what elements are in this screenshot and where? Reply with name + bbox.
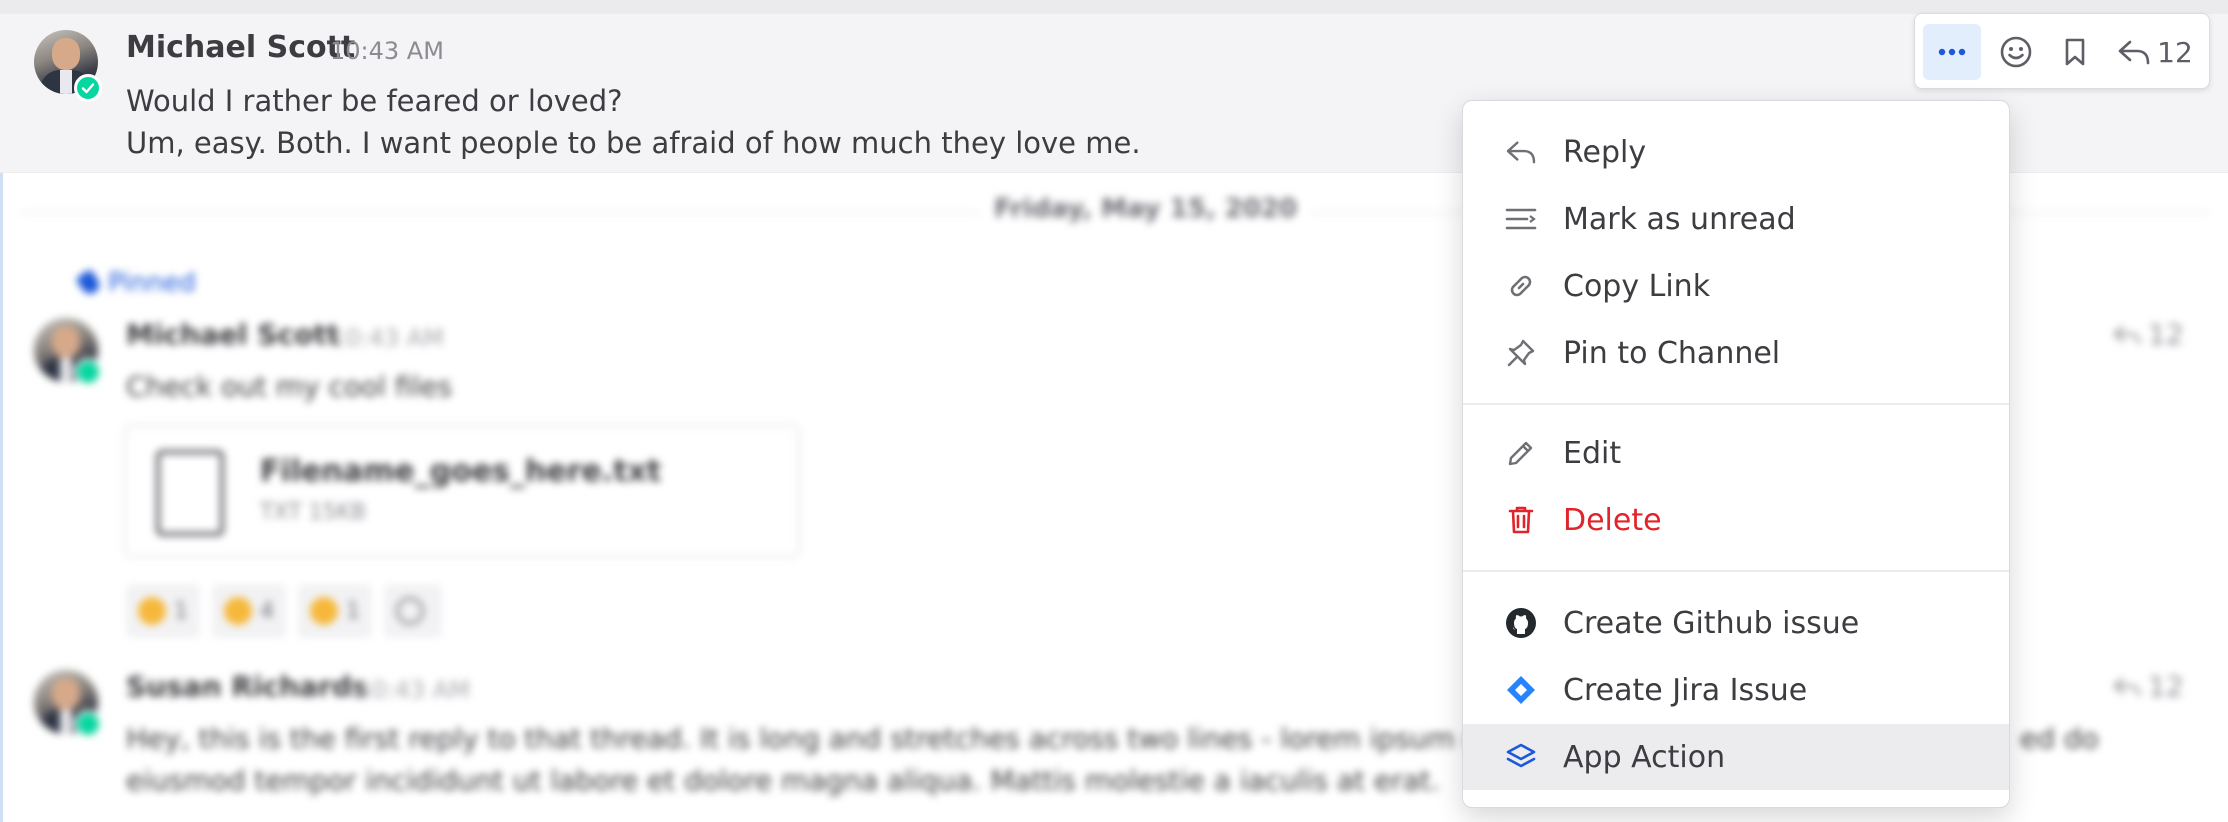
trash-icon	[1505, 504, 1537, 536]
pencil-icon	[1505, 437, 1537, 469]
post-message-line: eiusmod tempor incididunt ut labore et d…	[126, 764, 1440, 797]
online-status-icon	[74, 358, 102, 386]
jira-icon	[1505, 674, 1537, 706]
channel-view: Michael Scott 10:43 AM Would I rather be…	[0, 0, 2228, 822]
menu-item-label: Edit	[1563, 435, 1622, 471]
github-icon	[1505, 607, 1537, 639]
menu-item-pin-to-channel[interactable]: Pin to Channel	[1463, 320, 2009, 386]
reaction-clap[interactable]: 4	[212, 584, 286, 638]
more-dots-icon	[1938, 48, 1966, 56]
reply-icon	[2113, 677, 2141, 696]
save-button[interactable]	[2049, 24, 2101, 80]
post-timestamp[interactable]: 10:43 AM	[356, 676, 470, 704]
ok-hand-emoji	[310, 597, 338, 625]
date-separator: Friday, May 15, 2020	[980, 194, 1312, 224]
pinned-label: Pinned	[108, 268, 196, 298]
reaction-thumbs-up[interactable]: 1	[126, 584, 200, 638]
post-timestamp[interactable]: 10:43 AM	[330, 37, 444, 65]
post-message-line-tail: ed do	[2020, 722, 2099, 755]
menu-item-delete[interactable]: Delete	[1463, 487, 2009, 553]
emoji-add-icon	[396, 597, 424, 625]
reaction-ok-hand[interactable]: 1	[298, 584, 372, 638]
file-meta: TXT 15KB	[260, 500, 367, 525]
link-icon	[1505, 270, 1537, 302]
clap-emoji	[224, 597, 252, 625]
post-message-line: Um, easy. Both. I want people to be afra…	[126, 126, 1141, 160]
add-reaction-button[interactable]	[1989, 24, 2043, 80]
menu-item-label: Delete	[1563, 502, 1662, 538]
menu-item-label: Create Jira Issue	[1563, 672, 1808, 708]
reaction-count: 4	[260, 598, 274, 624]
menu-item-reply[interactable]: Reply	[1463, 119, 2009, 185]
menu-item-mark-unread[interactable]: Mark as unread	[1463, 186, 2009, 252]
reply-count-button[interactable]: 12	[2107, 24, 2203, 80]
menu-divider	[1463, 570, 2009, 572]
menu-item-label: Reply	[1563, 134, 1647, 170]
post-author[interactable]: Michael Scott	[126, 30, 355, 65]
reply-count: 12	[2157, 35, 2193, 69]
menu-divider	[1463, 403, 2009, 405]
status-check-icon	[74, 74, 102, 102]
post-message: Check out my cool files	[126, 370, 453, 403]
reply-count-button[interactable]: 12	[2112, 670, 2184, 703]
mark-unread-icon	[1505, 203, 1537, 235]
previous-post-edge	[0, 0, 2228, 14]
menu-item-label: App Action	[1563, 739, 1726, 775]
menu-item-create-jira-issue[interactable]: Create Jira Issue	[1463, 657, 2009, 723]
reaction-count: 1	[174, 598, 188, 624]
post-hover-toolbar: 12	[1914, 13, 2210, 89]
reaction-count: 1	[346, 598, 360, 624]
thumbs-up-emoji	[138, 597, 166, 625]
menu-item-label: Pin to Channel	[1563, 335, 1781, 371]
menu-item-label: Create Github issue	[1563, 605, 1860, 641]
post-message-line: Hey, this is the first reply to that thr…	[126, 722, 1507, 755]
more-actions-button[interactable]	[1923, 24, 1981, 80]
menu-item-edit[interactable]: Edit	[1463, 420, 2009, 486]
file-icon	[156, 450, 224, 536]
online-status-icon	[74, 710, 102, 738]
add-reaction-button[interactable]	[384, 584, 442, 638]
file-name: Filename_goes_here.txt	[260, 454, 662, 489]
pin-icon	[1505, 337, 1537, 369]
post-author[interactable]: Susan Richards	[126, 670, 368, 703]
file-attachment[interactable]: Filename_goes_here.txt TXT 15KB	[124, 424, 800, 558]
post-timestamp[interactable]: 10:43 AM	[330, 324, 444, 352]
app-stack-icon	[1505, 741, 1537, 773]
menu-item-create-github-issue[interactable]: Create Github issue	[1463, 590, 2009, 656]
reply-count: 12	[2148, 318, 2184, 351]
menu-item-copy-link[interactable]: Copy Link	[1463, 253, 2009, 319]
menu-item-label: Copy Link	[1563, 268, 1711, 304]
menu-item-label: Mark as unread	[1563, 201, 1796, 237]
post-message-line: Would I rather be feared or loved?	[126, 84, 623, 118]
reply-icon	[2113, 325, 2141, 344]
bookmark-icon	[2065, 38, 2085, 66]
emoji-icon	[2000, 36, 2032, 68]
pin-icon	[75, 268, 103, 298]
post-context-menu: Reply Mark as unread Copy Link Pin to Ch…	[1462, 100, 2010, 808]
pinned-indicator: Pinned	[75, 268, 196, 298]
post-author[interactable]: Michael Scott	[126, 318, 340, 351]
reply-icon	[2118, 40, 2150, 65]
reply-count-button[interactable]: 12	[2112, 318, 2184, 351]
reply-count: 12	[2148, 670, 2184, 703]
reply-icon	[1505, 136, 1537, 168]
menu-item-app-action[interactable]: App Action	[1463, 724, 2009, 790]
